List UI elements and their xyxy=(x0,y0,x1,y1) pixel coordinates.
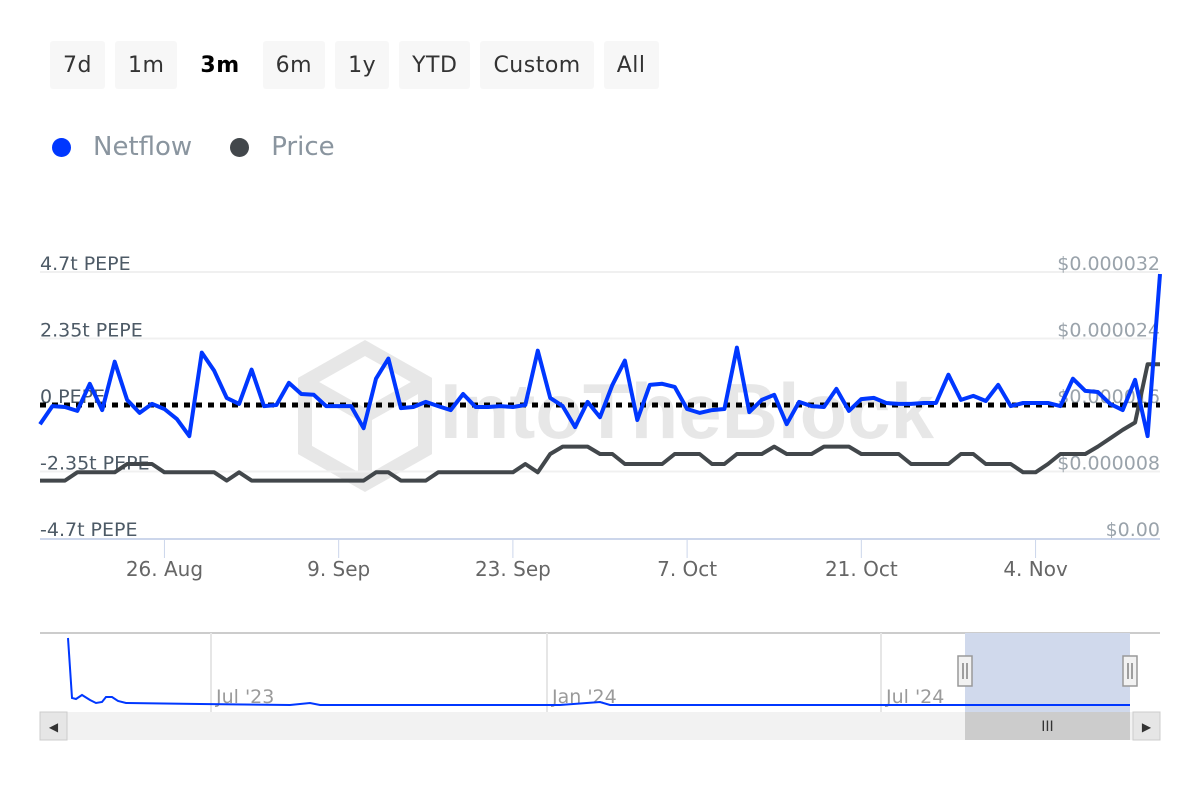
navigator: Jul '23 Jan '24 Jul '24III◀ ▶ xyxy=(39,632,1161,741)
y-left-tick-label: 4.7t PEPE xyxy=(40,253,131,275)
x-tick-label: 4. Nov xyxy=(1003,557,1068,581)
scrollbar-grip-icon: III xyxy=(1041,719,1053,735)
x-tick-label: 7. Oct xyxy=(657,557,717,581)
navigator-right-handle[interactable] xyxy=(1122,655,1138,687)
y-right-tick-label: $0.00 xyxy=(1106,519,1160,541)
x-tick-label: 26. Aug xyxy=(126,557,203,581)
y-right-tick-label: $0.000032 xyxy=(1057,253,1160,275)
arrow-left-icon: ◀ xyxy=(49,720,59,734)
chart: IntoTheBlock 4.7t PEPE2.35t PEPE0 PEPE-2… xyxy=(38,253,1162,741)
x-tick-label: 21. Oct xyxy=(825,557,898,581)
y-left-tick-label: -4.7t PEPE xyxy=(40,519,138,541)
y-right-tick-label: $0.000024 xyxy=(1057,320,1160,342)
arrow-right-icon: ▶ xyxy=(1142,720,1152,734)
x-tick-label: 23. Sep xyxy=(475,557,551,581)
y-left-tick-label: 2.35t PEPE xyxy=(40,320,143,342)
navigator-selection[interactable] xyxy=(965,633,1130,712)
navigator-left-handle[interactable] xyxy=(957,655,973,687)
x-tick-label: 9. Sep xyxy=(307,557,370,581)
series-netflow-line xyxy=(38,273,1162,439)
